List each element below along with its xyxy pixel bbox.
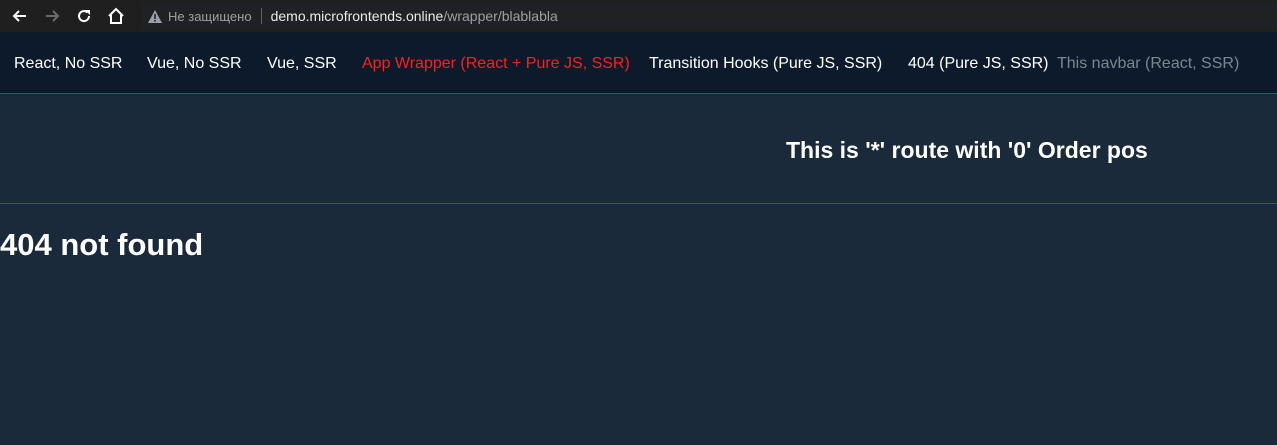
nav-link-vue-no-ssr[interactable]: Vue, No SSR [147,55,242,73]
forward-arrow-icon [46,10,60,22]
browser-toolbar: Не защищено demo.microfrontends.online/w… [0,0,1277,32]
reload-button[interactable] [70,2,98,30]
nav-link-app-wrapper[interactable]: App Wrapper (React + Pure JS, SSR) [362,55,630,73]
security-status[interactable]: Не защищено [168,9,252,24]
url-host: demo.microfrontends.online [270,8,444,24]
nav-link-vue-ssr[interactable]: Vue, SSR [267,55,337,73]
url-path: /wrapper/blablabla [443,8,558,24]
nav-link-this-navbar[interactable]: This navbar (React, SSR) [1057,55,1239,73]
forward-button[interactable] [38,2,66,30]
home-icon [108,7,124,24]
back-arrow-icon [12,10,26,22]
back-button[interactable] [6,2,34,30]
omnibox-divider [260,8,262,24]
nav-link-transition-hooks[interactable]: Transition Hooks (Pure JS, SSR) [649,55,882,73]
not-found-heading: 404 not found [0,227,204,262]
home-button[interactable] [102,2,130,30]
nav-link-404[interactable]: 404 (Pure JS, SSR) [908,55,1049,73]
reload-icon [78,10,91,23]
route-panel: This is '*' route with '0' Order pos [0,94,1277,204]
address-bar[interactable]: Не защищено demo.microfrontends.online/w… [142,3,1277,29]
warning-triangle-icon [148,9,162,23]
nav-link-react-no-ssr[interactable]: React, No SSR [14,55,122,73]
app-navbar: React, No SSR Vue, No SSR Vue, SSR App W… [0,32,1277,94]
route-title: This is '*' route with '0' Order pos [786,137,1148,163]
